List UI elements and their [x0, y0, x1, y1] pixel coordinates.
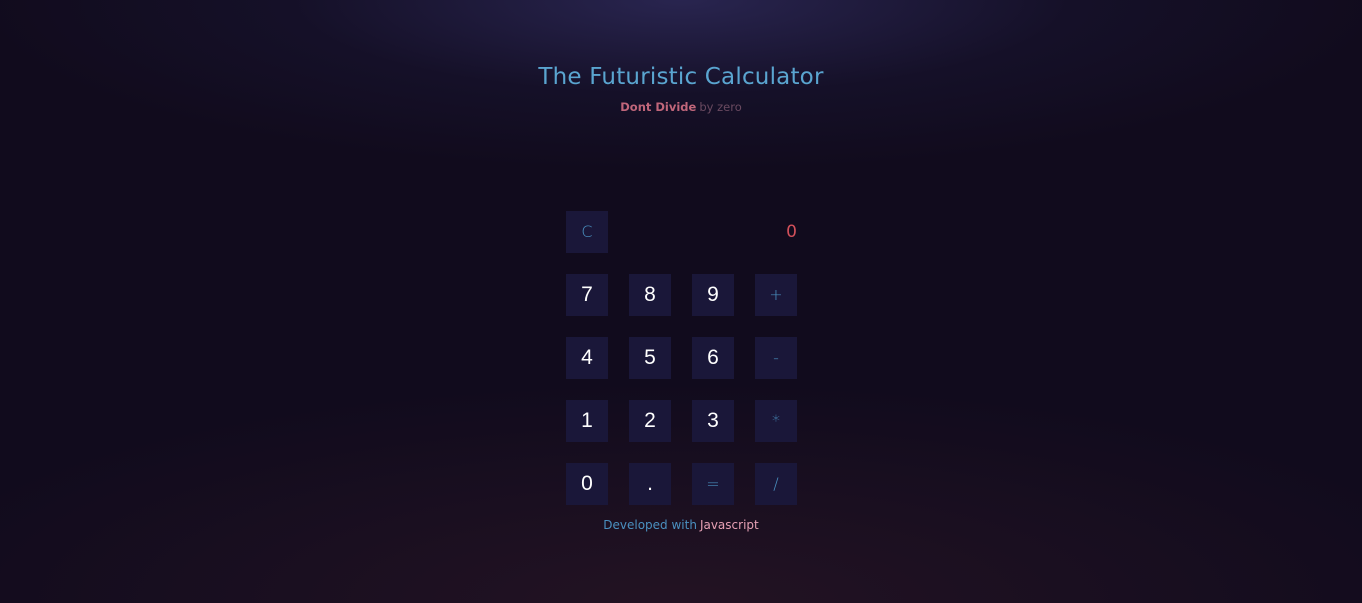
key-divide[interactable]: /: [755, 463, 797, 505]
display-row: C 0: [566, 211, 797, 253]
key-1[interactable]: 1: [566, 400, 608, 442]
key-8[interactable]: 8: [629, 274, 671, 316]
key-multiply[interactable]: *: [755, 400, 797, 442]
key-plus[interactable]: +: [755, 274, 797, 316]
key-0[interactable]: 0: [566, 463, 608, 505]
footer: Developed with Javascript: [0, 517, 1362, 533]
footer-text: Developed with: [603, 518, 697, 532]
footer-highlight: Javascript: [699, 518, 759, 532]
key-5[interactable]: 5: [629, 337, 671, 379]
keypad-row-1: 7 8 9 +: [566, 274, 797, 316]
keypad-row-2: 4 5 6 -: [566, 337, 797, 379]
key-2[interactable]: 2: [629, 400, 671, 442]
key-6[interactable]: 6: [692, 337, 734, 379]
key-9[interactable]: 9: [692, 274, 734, 316]
key-7[interactable]: 7: [566, 274, 608, 316]
key-3[interactable]: 3: [692, 400, 734, 442]
key-minus[interactable]: -: [755, 337, 797, 379]
subtitle-rest: by zero: [699, 100, 742, 114]
page-subtitle: Dont Divide by zero: [0, 99, 1362, 115]
calculator-display: 0: [786, 222, 797, 242]
key-4[interactable]: 4: [566, 337, 608, 379]
header: The Futuristic Calculator Dont Divide by …: [0, 58, 1362, 115]
key-decimal[interactable]: .: [629, 463, 671, 505]
keypad-row-3: 1 2 3 *: [566, 400, 797, 442]
subtitle-emphasis: Dont Divide: [620, 100, 697, 114]
calculator: C 0 7 8 9 + 4 5 6 - 1 2 3 * 0 . = /: [566, 211, 797, 526]
key-equals[interactable]: =: [692, 463, 734, 505]
keypad-row-4: 0 . = /: [566, 463, 797, 505]
clear-button[interactable]: C: [566, 211, 608, 253]
page-title: The Futuristic Calculator: [538, 64, 824, 90]
